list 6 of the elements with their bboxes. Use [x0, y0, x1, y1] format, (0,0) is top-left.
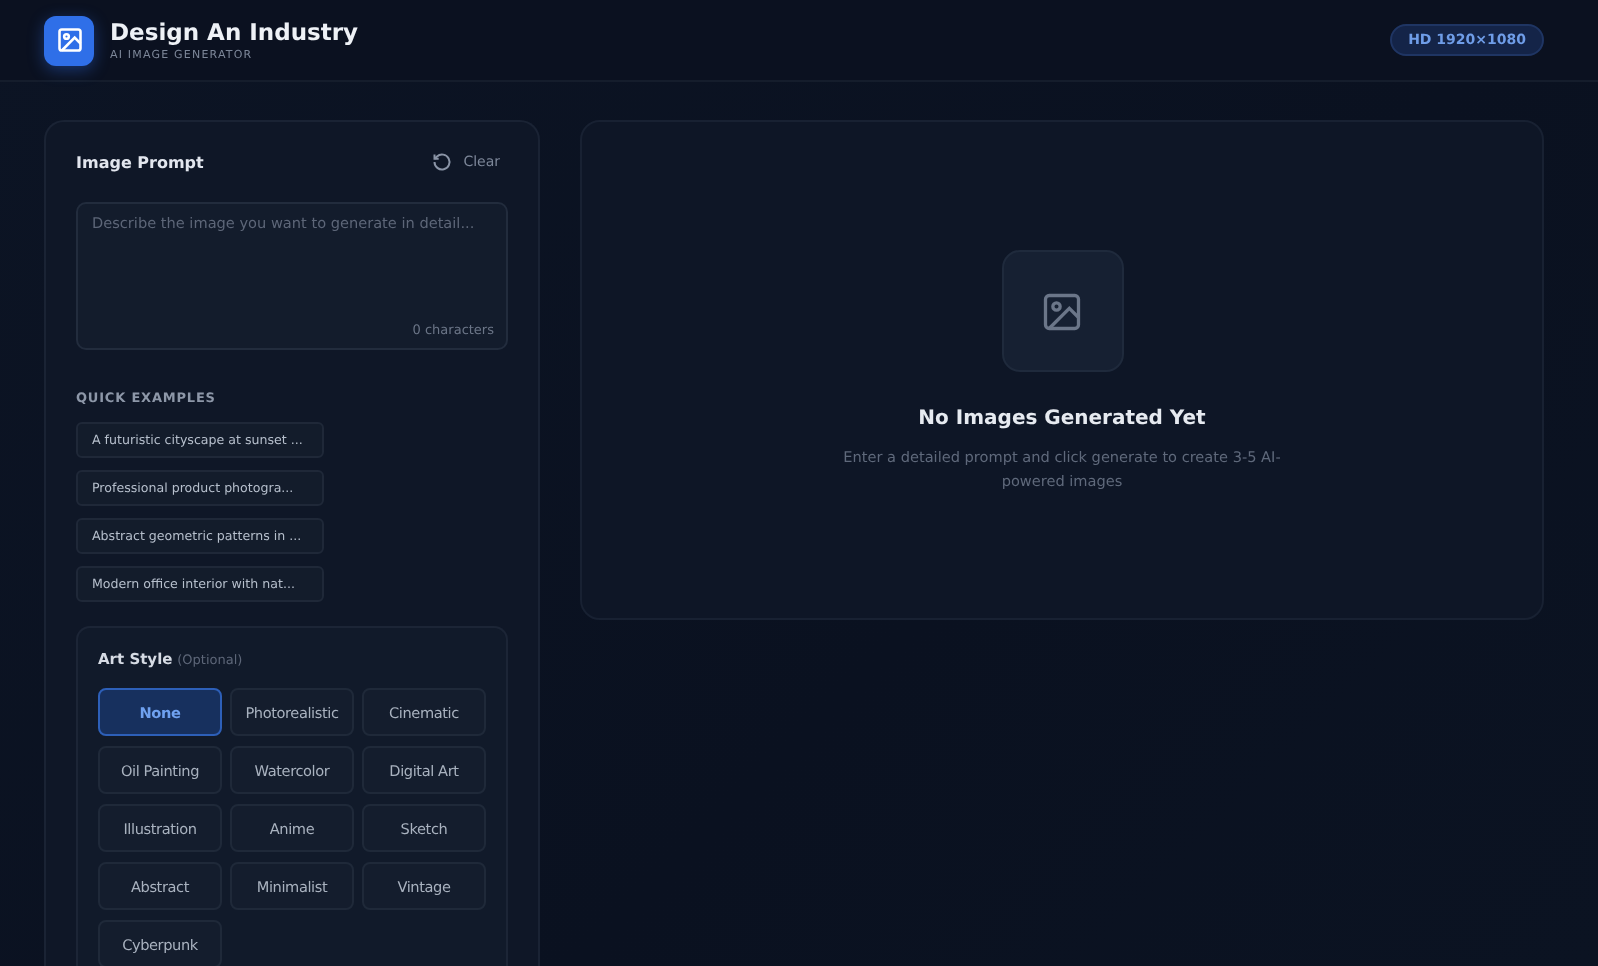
section-heading: Image Prompt: [76, 153, 204, 171]
image-placeholder-icon: [1001, 250, 1123, 372]
empty-state-title: No Images Generated Yet: [918, 408, 1206, 430]
app-title: Design An Industry: [110, 18, 359, 46]
logo-icon: [44, 15, 94, 65]
reset-icon: [431, 152, 452, 172]
